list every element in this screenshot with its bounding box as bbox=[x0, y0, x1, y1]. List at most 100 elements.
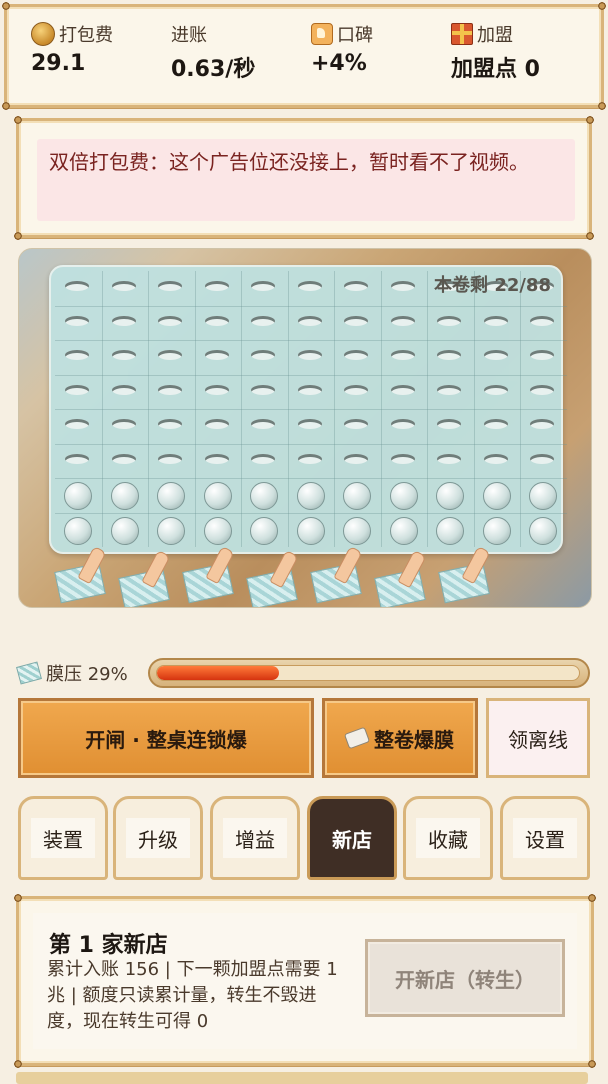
ad-banner: 双倍打包费：这个广告位还没接上，暂时看不了视频。 bbox=[13, 115, 595, 241]
grid-line bbox=[55, 478, 567, 479]
bubble-intact[interactable] bbox=[474, 515, 518, 547]
bubble-intact[interactable] bbox=[381, 480, 425, 512]
pressure-fill bbox=[157, 666, 280, 680]
frame-corner bbox=[13, 893, 23, 903]
bubble-grid bbox=[55, 271, 567, 547]
bubble-popped bbox=[241, 411, 285, 443]
bubble-intact[interactable] bbox=[288, 480, 332, 512]
bubble-popped bbox=[241, 273, 285, 305]
frame-corner bbox=[597, 1, 607, 11]
bubble-popped bbox=[427, 342, 471, 374]
bubble-film-icon bbox=[16, 661, 42, 685]
stat-label: 加盟 bbox=[477, 25, 513, 46]
tab-boost[interactable]: 增益 bbox=[210, 796, 300, 880]
bubble-popped bbox=[288, 377, 332, 409]
bubble-popped bbox=[474, 446, 518, 478]
bubble-tile bbox=[310, 562, 362, 604]
frame-corner bbox=[597, 101, 607, 111]
bubble-popped bbox=[334, 377, 378, 409]
coin-stack-icon bbox=[31, 22, 55, 46]
tab-settings[interactable]: 设置 bbox=[500, 796, 590, 880]
stat-reputation: 口碑 +4% bbox=[311, 21, 373, 76]
stat-value: 加盟点 0 bbox=[451, 57, 540, 82]
bubble-intact[interactable] bbox=[102, 515, 146, 547]
tab-label: 收藏 bbox=[416, 818, 480, 858]
bubble-intact[interactable] bbox=[427, 480, 471, 512]
tab-label: 升级 bbox=[126, 818, 190, 858]
bubble-popped bbox=[148, 342, 192, 374]
bubble-intact[interactable] bbox=[55, 480, 99, 512]
bubble-popped bbox=[520, 446, 564, 478]
bubble-intact[interactable] bbox=[334, 480, 378, 512]
bubble-tile bbox=[438, 562, 490, 604]
bubble-intact[interactable] bbox=[195, 480, 239, 512]
bubble-popped bbox=[334, 342, 378, 374]
bubble-intact[interactable] bbox=[520, 515, 564, 547]
chain-pop-label: 开闸 · 整桌连锁爆 bbox=[85, 727, 247, 752]
frame-corner bbox=[13, 115, 23, 125]
bubble-popped bbox=[474, 308, 518, 340]
frame-corner bbox=[13, 231, 23, 241]
bubble-intact[interactable] bbox=[195, 515, 239, 547]
bubble-popped bbox=[381, 273, 425, 305]
tab-device[interactable]: 装置 bbox=[18, 796, 108, 880]
pressure-label-group: 膜压 29% bbox=[16, 660, 128, 686]
bubble-intact[interactable] bbox=[288, 515, 332, 547]
rebirth-label: 开新店（转生） bbox=[395, 967, 535, 992]
bubble-popped bbox=[55, 342, 99, 374]
stat-value: 29.1 bbox=[31, 51, 86, 76]
bubble-intact[interactable] bbox=[334, 515, 378, 547]
grid-line bbox=[55, 340, 567, 341]
tab-upgrade[interactable]: 升级 bbox=[113, 796, 203, 880]
bubble-popped bbox=[288, 273, 332, 305]
grid-line bbox=[55, 374, 567, 376]
bubble-intact[interactable] bbox=[427, 515, 471, 547]
bubble-tile bbox=[182, 562, 234, 604]
roll-icon bbox=[343, 726, 371, 750]
bubble-intact[interactable] bbox=[241, 515, 285, 547]
bubble-intact[interactable] bbox=[520, 480, 564, 512]
tab-collection[interactable]: 收藏 bbox=[403, 796, 493, 880]
pressure-bar bbox=[148, 658, 590, 688]
claim-offline-button[interactable]: 领离线 bbox=[486, 698, 590, 778]
stat-income: 进账 0.63/秒 bbox=[171, 21, 255, 83]
pop-roll-button[interactable]: 整卷爆膜 bbox=[322, 698, 478, 778]
gift-box-icon bbox=[451, 23, 473, 45]
bubble-wrap-board: 本卷剩 22/88 bbox=[18, 248, 592, 608]
bubble-intact[interactable] bbox=[241, 480, 285, 512]
bubble-popped bbox=[427, 446, 471, 478]
rebirth-button[interactable]: 开新店（转生） bbox=[365, 939, 565, 1017]
bubble-popped bbox=[148, 446, 192, 478]
frame-corner bbox=[585, 231, 595, 241]
next-panel-edge bbox=[16, 1072, 588, 1084]
bubble-popped bbox=[148, 308, 192, 340]
grid-line bbox=[55, 409, 567, 410]
bubble-intact[interactable] bbox=[148, 515, 192, 547]
bubble-intact[interactable] bbox=[474, 480, 518, 512]
stat-franchise: 加盟 加盟点 0 bbox=[451, 21, 540, 83]
grid-line bbox=[55, 443, 567, 445]
bubble-intact[interactable] bbox=[148, 480, 192, 512]
bubble-popped bbox=[148, 411, 192, 443]
bubble-popped bbox=[102, 377, 146, 409]
bubble-popped bbox=[55, 308, 99, 340]
bubble-popped bbox=[288, 342, 332, 374]
chain-pop-button[interactable]: 开闸 · 整桌连锁爆 bbox=[18, 698, 314, 778]
new-shop-description: 累计入账 156 | 下一颗加盟点需要 1兆 | 额度只读累计量，转生不毁进度，… bbox=[47, 959, 338, 1032]
stat-label: 口碑 bbox=[337, 25, 373, 46]
bubble-intact[interactable] bbox=[102, 480, 146, 512]
bubble-popped bbox=[195, 377, 239, 409]
stat-label: 打包费 bbox=[59, 25, 113, 46]
stat-value: 0.63/秒 bbox=[171, 57, 256, 82]
tab-new-shop[interactable]: 新店 bbox=[307, 796, 397, 880]
new-shop-panel: 第 1 家新店 累计入账 156 | 下一颗加盟点需要 1兆 | 额度只读累计量… bbox=[13, 893, 597, 1069]
bubble-intact[interactable] bbox=[381, 515, 425, 547]
frame-corner bbox=[1, 1, 11, 11]
bubble-popped bbox=[288, 411, 332, 443]
bubble-popped bbox=[334, 273, 378, 305]
bubble-popped bbox=[520, 308, 564, 340]
bubble-tile bbox=[54, 562, 106, 604]
tab-label: 设置 bbox=[513, 818, 577, 858]
bubble-intact[interactable] bbox=[55, 515, 99, 547]
bubble-popped bbox=[55, 273, 99, 305]
